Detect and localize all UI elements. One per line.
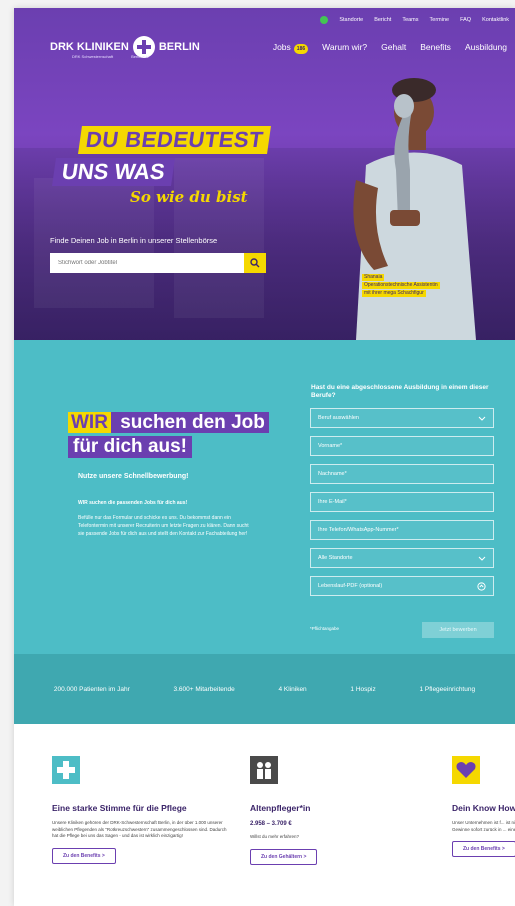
card-title: Eine starke Stimme für die Pflege — [52, 803, 187, 813]
card-salaries-button[interactable]: Zu den Gehältern > — [250, 848, 318, 865]
lastname-placeholder: Nachname* — [318, 471, 347, 477]
email-field[interactable]: Ihre E-Mail* — [310, 492, 494, 512]
email-placeholder: Ihre E-Mail* — [318, 499, 347, 505]
card-text: Willst du mehr erfahren? — [250, 834, 300, 839]
profession-select-label: Beruf auswählen — [318, 415, 359, 421]
form-headline: WIR suchen den Job für dich aus! — [68, 412, 269, 458]
required-note: *Pflichtangabe — [310, 626, 340, 631]
topbar-link[interactable]: Teams — [402, 17, 418, 23]
slogan-line-1: DU BEDEUTEST — [78, 126, 272, 154]
stat-hospice: 1 Hospiz — [350, 685, 376, 693]
logo-subtitle: DRK Schwesternschaft Berlin e.V. — [72, 54, 149, 59]
chevron-down-icon — [478, 416, 486, 421]
quick-application-section: WIR suchen den Job für dich aus! Nutze u… — [14, 340, 515, 662]
logo-sub-left: DRK Schwesternschaft — [72, 54, 114, 59]
hero-section: Standorte Bericht Teams Termine FAQ Kont… — [14, 8, 515, 340]
benefit-cards-section: Eine starke Stimme für die Pflege Unsere… — [14, 724, 515, 906]
card-text: Unser Unternehmen ist f... ist nicht auf… — [452, 820, 515, 832]
search-label: Finde Deinen Job in Berlin in unserer St… — [50, 236, 218, 245]
firstname-placeholder: Vorname* — [318, 443, 343, 449]
jobs-count-badge: 186 — [293, 44, 309, 54]
lastname-field[interactable]: Nachname* — [310, 464, 494, 484]
benefit-card: Eine starke Stimme für die Pflege Unsere… — [52, 756, 232, 864]
salary-range: 2.958 – 3.709 € — [250, 821, 292, 827]
topbar-link[interactable]: Bericht — [374, 17, 391, 23]
upload-icon — [477, 581, 486, 591]
headline-line-2: für dich aus! — [68, 436, 193, 458]
nav-item-gehalt[interactable]: Gehalt — [381, 42, 406, 52]
cv-upload-field[interactable]: Lebenslauf-PDF (optional) — [310, 576, 494, 596]
stat-employees: 3.600+ Mitarbeitende — [173, 685, 235, 693]
headline-line-1: suchen den Job — [110, 412, 269, 433]
stats-bar: 200.000 Patienten im Jahr 3.600+ Mitarbe… — [14, 654, 515, 724]
card-title: Dein Know How — [452, 803, 515, 813]
profession-select[interactable]: Beruf auswählen — [310, 408, 494, 428]
cv-upload-label: Lebenslauf-PDF (optional) — [318, 583, 383, 589]
search-button[interactable] — [244, 253, 266, 273]
job-search-bar — [50, 253, 266, 273]
firstname-field[interactable]: Vorname* — [310, 436, 494, 456]
topbar-link[interactable]: Standorte — [339, 17, 363, 23]
location-select[interactable]: Alle Standorte — [310, 548, 494, 568]
medical-cross-icon — [52, 756, 80, 784]
heart-icon — [452, 756, 480, 784]
logo-text-left: DRK KLINIKEN — [50, 41, 129, 53]
caption-role: Operationstechnische Assistentin — [362, 282, 440, 289]
caption-note: mit ihrer mega Schachfigur — [362, 290, 426, 297]
logo-text-right: BERLIN — [158, 41, 200, 53]
search-icon — [250, 258, 260, 268]
whatsapp-icon[interactable] — [320, 16, 329, 24]
photo-caption: Shanaia Operationstechnische Assistentin… — [362, 274, 440, 298]
nav-item-jobs-label: Jobs — [272, 42, 291, 52]
slogan-line-3: So wie du bist — [130, 188, 248, 206]
topbar-link[interactable]: Termine — [430, 17, 450, 23]
topbar-link[interactable]: FAQ — [460, 17, 471, 23]
nurse-photo — [353, 78, 476, 340]
stat-clinics: 4 Kliniken — [278, 685, 307, 693]
topbar-link[interactable]: Kontaktlink — [482, 17, 509, 23]
location-select-label: Alle Standorte — [318, 555, 353, 561]
card-title: Altenpfleger*in — [250, 803, 311, 813]
nav-item-jobs[interactable]: Jobs 186 — [272, 42, 309, 54]
top-utility-bar: Standorte Bericht Teams Termine FAQ Kont… — [320, 16, 509, 24]
chevron-down-icon — [478, 556, 486, 561]
stat-patients: 200.000 Patienten im Jahr — [53, 685, 130, 693]
job-search-input[interactable] — [50, 253, 244, 273]
nav-item-benefits[interactable]: Benefits — [420, 42, 451, 52]
browser-frame: Standorte Bericht Teams Termine FAQ Kont… — [14, 8, 515, 906]
caption-name: Shanaia — [362, 274, 385, 281]
salary-card: Altenpfleger*in 2.958 – 3.709 € Willst d… — [250, 756, 370, 865]
quick-apply-tagline: WIR suchen die passenden Jobs für dich a… — [78, 500, 188, 506]
logo-sub-right: Berlin e.V. — [131, 54, 150, 59]
slogan-line-2: UNS WAS — [52, 158, 175, 186]
quick-apply-subheading: Nutze unsere Schnellbewerbung! — [78, 473, 189, 480]
card-benefits-button[interactable]: Zu den Benefits > — [452, 841, 515, 857]
page: Standorte Bericht Teams Termine FAQ Kont… — [0, 0, 515, 906]
nav-item-ausbildung[interactable]: Ausbildung — [465, 42, 507, 52]
submit-application-button[interactable]: Jetzt bewerben — [422, 622, 494, 638]
phone-placeholder: Ihre Telefon/WhatsApp-Nummer* — [318, 527, 399, 533]
people-icon — [250, 756, 278, 784]
nav-item-warum-wir[interactable]: Warum wir? — [322, 42, 367, 52]
phone-field[interactable]: Ihre Telefon/WhatsApp-Nummer* — [310, 520, 494, 540]
quick-apply-description: Befülle nur das Formular und schicke es … — [78, 515, 249, 537]
form-question: Hast du eine abgeschlossene Ausbildung i… — [311, 384, 489, 399]
card-benefits-button[interactable]: Zu den Benefits > — [52, 847, 116, 864]
card-text: Unsere Kliniken gehören der DRK-Schweste… — [52, 820, 227, 838]
knowhow-card: Dein Know How Unser Unternehmen ist f...… — [452, 756, 515, 857]
main-navigation: Jobs 186 Warum wir? Gehalt Benefits Ausbi… — [272, 42, 507, 54]
headline-highlight: WIR — [68, 412, 111, 433]
stat-care-facility: 1 Pflegeeinrichtung — [419, 685, 476, 693]
